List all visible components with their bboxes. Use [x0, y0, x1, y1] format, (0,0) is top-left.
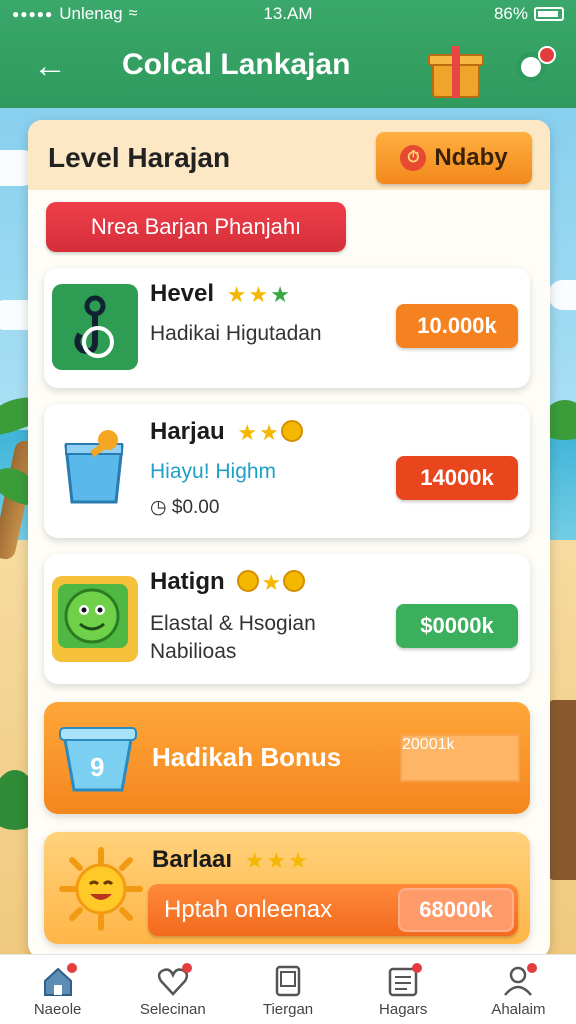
list-icon: [386, 963, 423, 997]
sun-icon: [58, 846, 144, 932]
signal-icon: ●●●●●: [12, 7, 54, 21]
nav-badge: [527, 963, 538, 973]
star-icon: ★: [237, 419, 258, 445]
bonus-value-button[interactable]: 20001k: [400, 734, 520, 782]
promo-title-text: Barlaaı: [152, 846, 233, 873]
hook-icon: [52, 284, 138, 370]
timer-icon: ◷: [150, 497, 167, 518]
star-icon: ★: [226, 281, 247, 307]
rating-stars: ★ ★ ★: [227, 282, 290, 308]
heart-icon: [156, 963, 192, 997]
card-subtitle-2: Nabilioas: [150, 640, 237, 663]
panel-title: Level Harajan: [48, 142, 231, 173]
nav-badge: [66, 963, 77, 973]
price-button[interactable]: 10.000k: [396, 304, 518, 348]
nav-label: Hagars: [379, 1001, 428, 1018]
star-icon: ★: [266, 847, 287, 873]
battery-percent: 86%: [493, 4, 528, 23]
rating-stars: ★ ★: [237, 419, 303, 446]
star-icon: ★: [259, 419, 279, 445]
svg-text:9: 9: [90, 752, 104, 782]
price-button[interactable]: 14000k: [396, 456, 518, 500]
frog-icon: [52, 576, 138, 662]
bucket-icon: 9: [58, 720, 138, 796]
card-title: Hevel ★ ★ ★: [150, 280, 290, 308]
back-button[interactable]: ←: [28, 44, 72, 88]
today-button-label: Ndaby: [434, 144, 508, 171]
card-subtitle: Hiayu! Highm: [150, 460, 277, 483]
reward-card[interactable]: Harjau ★ ★ Hiayu! Highm ◷ $0.00 14000k: [44, 404, 530, 538]
nav-label: Naeole: [33, 1001, 82, 1018]
card-subtitle: Elastal & Hsogian: [150, 612, 316, 635]
cloud: [548, 280, 576, 310]
price-button[interactable]: $0000k: [396, 604, 518, 648]
card-name: Hevel: [150, 280, 215, 307]
promo-button-label: Hptah onleenax: [164, 896, 333, 923]
wifi-icon: ≈: [128, 5, 138, 22]
level-panel: Level Harajan ⏱ Ndaby Nrea Barjan Phanja…: [28, 120, 550, 958]
reward-card[interactable]: Hatign ★ Elastal & Hsogian Nabilioas $00…: [44, 554, 530, 684]
bonus-label: Hadikah Bonus: [152, 742, 342, 772]
nav-item-list[interactable]: Hagars: [346, 955, 461, 1024]
star-icon: ★: [261, 569, 282, 595]
star-icon: ★: [248, 281, 269, 307]
card-extra: ◷ $0.00: [150, 496, 219, 519]
card-name: Harjau: [150, 418, 225, 445]
card-title: Harjau ★ ★: [150, 418, 303, 446]
nav-item-favorites[interactable]: Selecinan: [115, 955, 230, 1024]
user-icon: [501, 963, 538, 997]
arrow-left-icon: ←: [33, 47, 67, 85]
rating-stars: ★ ★ ★: [245, 848, 308, 874]
bonus-card[interactable]: 9 Hadikah Bonus 20001k: [44, 702, 530, 814]
promo-action-button[interactable]: Hptah onleenax 68000k: [148, 884, 518, 936]
event-banner[interactable]: Nrea Barjan Phanjahı: [46, 202, 346, 252]
nav-badge: [181, 963, 192, 973]
rating-stars: ★: [237, 569, 306, 596]
nav-label: Selecinan: [139, 1001, 206, 1018]
card-name: Hatign: [150, 568, 225, 595]
promo-card[interactable]: Barlaaı ★ ★ ★ Hptah onleenax 68000k: [44, 832, 530, 944]
coin-icon: [283, 569, 306, 592]
star-icon: ★: [244, 847, 265, 873]
status-bar: ●●●●● Unlenag ≈ 13.AM 86%: [0, 0, 576, 28]
nav-item-tablet[interactable]: Tiergan: [230, 955, 345, 1024]
tablet-icon: [271, 965, 305, 997]
star-icon: ★: [270, 281, 290, 307]
hut-wall: [548, 700, 576, 880]
notification-badge: [538, 46, 556, 64]
nav-label: Ahalaim: [491, 1001, 546, 1018]
gift-ribbon: [452, 46, 460, 98]
reward-card[interactable]: Hevel ★ ★ ★ Hadikai Higutadan 10.000k: [44, 268, 530, 388]
clock-icon: ⏱: [400, 145, 427, 171]
nav-label: Tiergan: [262, 1001, 314, 1018]
home-icon: [41, 963, 77, 997]
promo-title: Barlaaı ★ ★ ★: [152, 846, 308, 874]
card-subtitle: Hadikai Higutadan: [150, 322, 322, 345]
nav-badge: [412, 963, 423, 973]
coin-icon: [280, 419, 303, 442]
bottom-nav: Naeole Selecinan Tiergan Hagars Ahalaim: [0, 954, 576, 1024]
today-button[interactable]: ⏱ Ndaby: [376, 132, 532, 184]
gift-button[interactable]: [428, 46, 484, 98]
carrier-name: Unlenag: [59, 4, 123, 23]
notification-button[interactable]: [512, 40, 560, 88]
cup-icon: [52, 426, 138, 512]
card-extra-value: $0.00: [171, 497, 220, 518]
promo-value: 68000k: [398, 888, 514, 932]
nav-item-profile[interactable]: Ahalaim: [461, 955, 576, 1024]
battery-icon: [534, 7, 564, 21]
coin-icon: [237, 569, 260, 592]
star-icon: ★: [288, 847, 308, 873]
page-title: Colcal Lankajan: [122, 48, 351, 81]
nav-item-home[interactable]: Naeole: [0, 955, 115, 1024]
card-title: Hatign ★: [150, 568, 306, 596]
